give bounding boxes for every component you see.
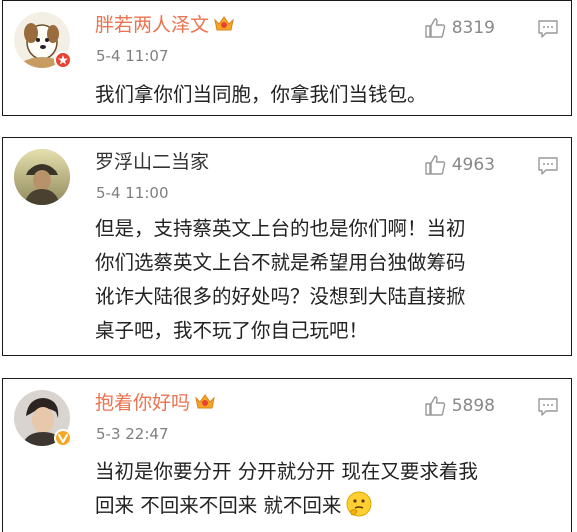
reply-button[interactable]: [537, 156, 559, 180]
comment-content: 我们拿你们当同胞，你拿我们当钱包。: [95, 83, 427, 106]
verified-v-badge-icon: [54, 429, 72, 447]
like-button[interactable]: 8319: [424, 17, 495, 39]
person-hat-icon: [14, 149, 70, 205]
vip-crown-icon: [194, 392, 216, 412]
like-count: 8319: [451, 18, 495, 38]
comment-time: 5-4 11:00: [96, 184, 169, 202]
avatar[interactable]: [14, 149, 70, 205]
thinking-emoji-icon: [345, 490, 373, 529]
like-count: 4963: [451, 155, 495, 175]
comment-content: 但是，支持蔡英文上台的也是你们啊！当初 你们选蔡英文上台不就是希望用台独做筹码 …: [95, 217, 466, 342]
comment-time: 5-3 22:47: [96, 425, 169, 443]
user-name[interactable]: 抱着你好吗: [95, 391, 216, 415]
vip-crown-icon: [213, 14, 235, 34]
comment-content: 当初是你要分开 分开就分开 现在又要求着我 回来 不回来不回来 就不回来: [95, 455, 478, 529]
comment-card: 罗浮山二当家 5-4 11:00 4963 但是，支持蔡英文上台的也是你们啊！当…: [2, 137, 572, 356]
reply-button[interactable]: [537, 397, 559, 421]
comment-bubble-icon: [538, 398, 558, 416]
like-button[interactable]: 4963: [424, 154, 495, 176]
comment-bubble-icon: [538, 20, 558, 38]
comment-card: 抱着你好吗 5-3 22:47 5898 当初是你要分开 分开就分开 现在又要求…: [2, 378, 572, 532]
comment-card: 胖若两人泽文 5-4 11:07 8319 我们拿你们当同胞，你拿我们当钱包。: [2, 0, 572, 116]
comment-bubble-icon: [538, 157, 558, 175]
thumbs-up-icon: [425, 155, 445, 175]
user-name[interactable]: 罗浮山二当家: [95, 150, 209, 174]
thumbs-up-icon: [425, 18, 445, 38]
thumbs-up-icon: [425, 396, 445, 416]
user-name[interactable]: 胖若两人泽文: [95, 13, 235, 37]
reply-button[interactable]: [537, 19, 559, 43]
comment-time: 5-4 11:07: [96, 47, 169, 65]
like-button[interactable]: 5898: [424, 395, 495, 417]
like-count: 5898: [451, 396, 495, 416]
red-star-badge-icon: [54, 51, 72, 69]
